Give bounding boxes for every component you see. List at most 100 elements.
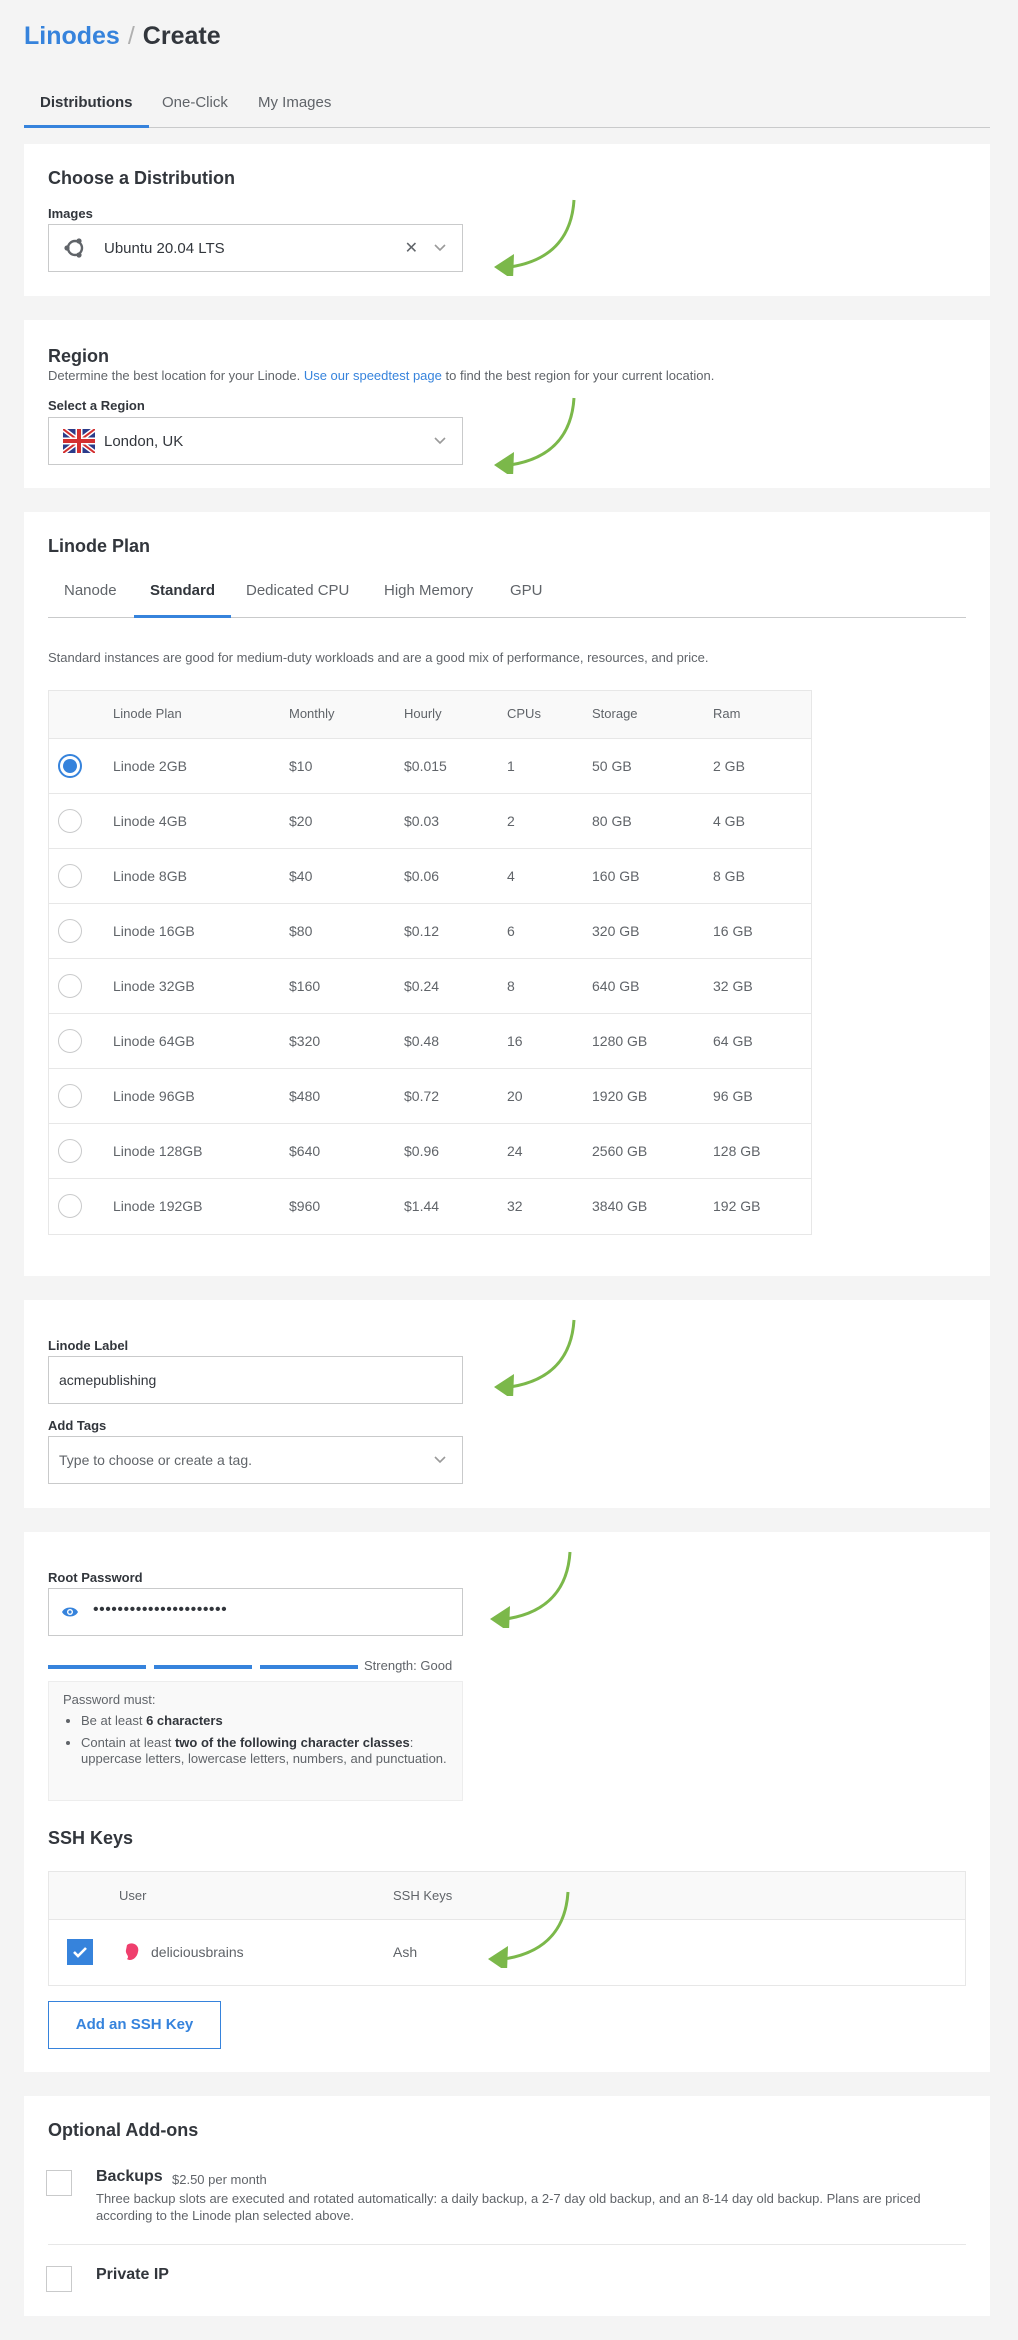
linode-label-value: acmepublishing: [59, 1372, 157, 1388]
plan-monthly: $480: [289, 1088, 321, 1104]
image-select[interactable]: Ubuntu 20.04 LTS ✕: [48, 224, 463, 272]
tab-high-memory[interactable]: High Memory: [368, 570, 489, 618]
table-row[interactable]: Linode 96GB $480 $0.72 20 1920 GB 96 GB: [49, 1069, 811, 1124]
plan-radio[interactable]: [58, 919, 82, 943]
image-select-value: Ubuntu 20.04 LTS: [104, 240, 225, 257]
plan-rows: Linode 2GB $10 $0.015 1 50 GB 2 GB Linode 4GB $…: [49, 739, 811, 1234]
tab-standard[interactable]: Standard: [134, 570, 232, 618]
linode-label-title: Linode Label: [48, 1338, 129, 1353]
table-row[interactable]: Linode 16GB $80 $0.12 6 320 GB 16 GB: [49, 904, 811, 959]
chevron-down-icon[interactable]: [432, 432, 448, 453]
plan-radio[interactable]: [58, 974, 82, 998]
speedtest-link[interactable]: Use our speedtest page: [304, 368, 442, 383]
table-row[interactable]: Linode 192GB $960 $1.44 32 3840 GB 192 GB: [49, 1179, 811, 1234]
plan-name: Linode 64GB: [113, 1033, 195, 1049]
breadcrumb-separator: /: [127, 22, 135, 50]
table-row[interactable]: Linode 64GB $320 $0.48 16 1280 GB 64 GB: [49, 1014, 811, 1069]
plan-cpus: 16: [507, 1033, 523, 1049]
plan-tabs: Nanode Standard Dedicated CPU High Memor…: [48, 570, 966, 618]
ssh-keys-title: SSH Keys: [48, 1828, 134, 1848]
plan-storage: 80 GB: [592, 813, 632, 829]
tab-nanode[interactable]: Nanode: [48, 570, 133, 618]
plan-hourly: $0.96: [404, 1143, 440, 1159]
annotation-arrow-icon: [488, 1891, 570, 1968]
plan-ram: 2 GB: [713, 758, 745, 774]
plan-hourly: $0.12: [404, 923, 440, 939]
plan-ram: 192 GB: [713, 1198, 761, 1214]
check-icon: [73, 1947, 87, 1958]
plan-storage: 320 GB: [592, 923, 640, 939]
backups-description: Three backup slots are executed and rota…: [96, 2191, 921, 2223]
eye-icon[interactable]: [61, 1605, 79, 1624]
plan-monthly: $160: [289, 978, 321, 994]
table-row[interactable]: Linode 32GB $160 $0.24 8 640 GB 32 GB: [49, 959, 811, 1014]
plan-radio[interactable]: [58, 809, 82, 833]
col-header-ram: Ram: [713, 706, 741, 721]
plan-cpus: 2: [507, 813, 515, 829]
create-source-tabs: Distributions One-Click My Images: [24, 84, 990, 128]
tab-dedicated-cpu[interactable]: Dedicated CPU: [230, 570, 365, 618]
plan-radio[interactable]: [58, 1029, 82, 1053]
plan-storage: 160 GB: [592, 868, 640, 884]
label-tags-card: Linode Label acmepublishing Add Tags Typ…: [24, 1300, 990, 1508]
plan-card: Linode Plan Nanode Standard Dedicated CP…: [24, 512, 990, 1276]
table-row[interactable]: Linode 128GB $640 $0.96 24 2560 GB 128 GB: [49, 1124, 811, 1179]
add-ssh-key-button[interactable]: Add an SSH Key: [48, 2001, 221, 2049]
ssh-key-checkbox[interactable]: [67, 1939, 93, 1965]
strength-bar-2: [154, 1665, 252, 1669]
backups-name: Backups: [96, 2168, 163, 2185]
region-title: Region: [48, 346, 109, 366]
breadcrumb-linodes-link[interactable]: Linodes: [24, 22, 120, 50]
chevron-down-icon[interactable]: [432, 239, 448, 260]
linode-label-input[interactable]: acmepublishing: [48, 1356, 463, 1404]
plan-radio[interactable]: [58, 1194, 82, 1218]
root-password-input[interactable]: ••••••••••••••••••••••: [48, 1588, 463, 1636]
tab-distributions[interactable]: Distributions: [24, 84, 149, 128]
plan-radio[interactable]: [58, 864, 82, 888]
chevron-down-icon[interactable]: [432, 1451, 448, 1472]
password-rules-title: Password must:: [63, 1692, 156, 1707]
table-row[interactable]: Linode 4GB $20 $0.03 2 80 GB 4 GB: [49, 794, 811, 849]
ssh-user-name: deliciousbrains: [151, 1944, 244, 1960]
password-rules: Password must: Be at least 6 characters …: [48, 1681, 463, 1801]
plan-monthly: $20: [289, 813, 313, 829]
addons-card: Optional Add-ons Backups $2.50 per month…: [24, 2096, 990, 2316]
plan-title: Linode Plan: [48, 536, 151, 556]
plan-radio[interactable]: [58, 754, 82, 778]
plan-hourly: $0.48: [404, 1033, 440, 1049]
plan-name: Linode 32GB: [113, 978, 195, 994]
plan-hourly: $0.06: [404, 868, 440, 884]
close-icon[interactable]: ✕: [405, 238, 418, 258]
backups-checkbox[interactable]: [46, 2170, 72, 2196]
plan-cpus: 1: [507, 758, 515, 774]
plan-description: Standard instances are good for medium-d…: [48, 650, 709, 665]
plan-hourly: $0.24: [404, 978, 440, 994]
tab-my-images[interactable]: My Images: [242, 84, 347, 128]
region-select-value: London, UK: [104, 433, 184, 450]
tab-one-click[interactable]: One-Click: [146, 84, 244, 128]
tags-placeholder: Type to choose or create a tag.: [59, 1452, 253, 1468]
plan-cpus: 24: [507, 1143, 523, 1159]
select-region-label: Select a Region: [48, 398, 145, 413]
plan-storage: 1280 GB: [592, 1033, 648, 1049]
plan-radio[interactable]: [58, 1139, 82, 1163]
plan-ram: 64 GB: [713, 1033, 753, 1049]
addons-divider: [48, 2244, 966, 2245]
annotation-arrow-icon: [494, 199, 576, 276]
region-select[interactable]: London, UK: [48, 417, 463, 465]
tags-select[interactable]: Type to choose or create a tag.: [48, 1436, 463, 1484]
private-ip-checkbox[interactable]: [46, 2266, 72, 2292]
col-header-monthly: Monthly: [289, 706, 335, 721]
col-header-storage: Storage: [592, 706, 638, 721]
strength-bar-1: [48, 1665, 146, 1669]
table-row[interactable]: Linode 2GB $10 $0.015 1 50 GB 2 GB: [49, 739, 811, 794]
col-header-plan: Linode Plan: [113, 706, 182, 721]
images-label: Images: [48, 206, 93, 221]
plan-radio[interactable]: [58, 1084, 82, 1108]
private-ip-name: Private IP: [96, 2266, 169, 2283]
table-row[interactable]: Linode 8GB $40 $0.06 4 160 GB 8 GB: [49, 849, 811, 904]
access-card: Root Password •••••••••••••••••••••• Str…: [24, 1532, 990, 2072]
plan-cpus: 32: [507, 1198, 523, 1214]
tab-gpu[interactable]: GPU: [494, 570, 559, 618]
root-password-value: ••••••••••••••••••••••: [93, 1601, 228, 1618]
